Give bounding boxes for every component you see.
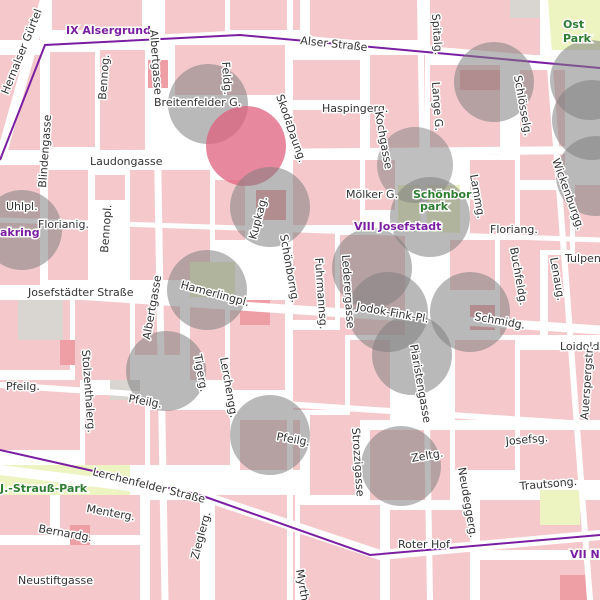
- park-label-ost-1: Ost: [563, 18, 584, 31]
- district-label-neubau: VII Ne: [570, 548, 600, 561]
- district-label-ottakring: akring: [0, 226, 40, 239]
- street-label: Floriang.: [490, 223, 538, 236]
- map-marker[interactable]: [230, 167, 310, 247]
- park-label-strauss: J.-Strauß-Park: [0, 482, 88, 495]
- district-label-alsergrund: IX Alsergrund: [66, 24, 151, 37]
- map-marker[interactable]: [430, 272, 510, 352]
- street-label: Pfeilg.: [6, 380, 40, 393]
- map-view[interactable]: IX Alsergrund VIII Josefstadt VII Ne akr…: [0, 0, 600, 600]
- park-label-ost-2: Park: [563, 32, 592, 45]
- map-canvas[interactable]: IX Alsergrund VIII Josefstadt VII Ne akr…: [0, 0, 600, 600]
- street-label: Florianig.: [38, 218, 89, 231]
- street-label: Breitenfelder G.: [154, 96, 241, 109]
- park-label-schoenborn-2: park: [420, 200, 449, 213]
- street-label: Neustiftgasse: [18, 574, 93, 587]
- map-marker[interactable]: [361, 426, 441, 506]
- street-label: Uhlpl.: [6, 200, 38, 213]
- street-label: Mölker G.: [346, 188, 398, 201]
- street-label: Tulpeng: [564, 252, 600, 265]
- street-label: Feldg.: [219, 61, 234, 95]
- street-label: Roter Hof: [398, 538, 451, 551]
- street-label: Josefstädter Straße: [27, 286, 134, 299]
- street-label: Laudongasse: [90, 155, 163, 168]
- district-label-josefstadt: VIII Josefstadt: [354, 220, 441, 233]
